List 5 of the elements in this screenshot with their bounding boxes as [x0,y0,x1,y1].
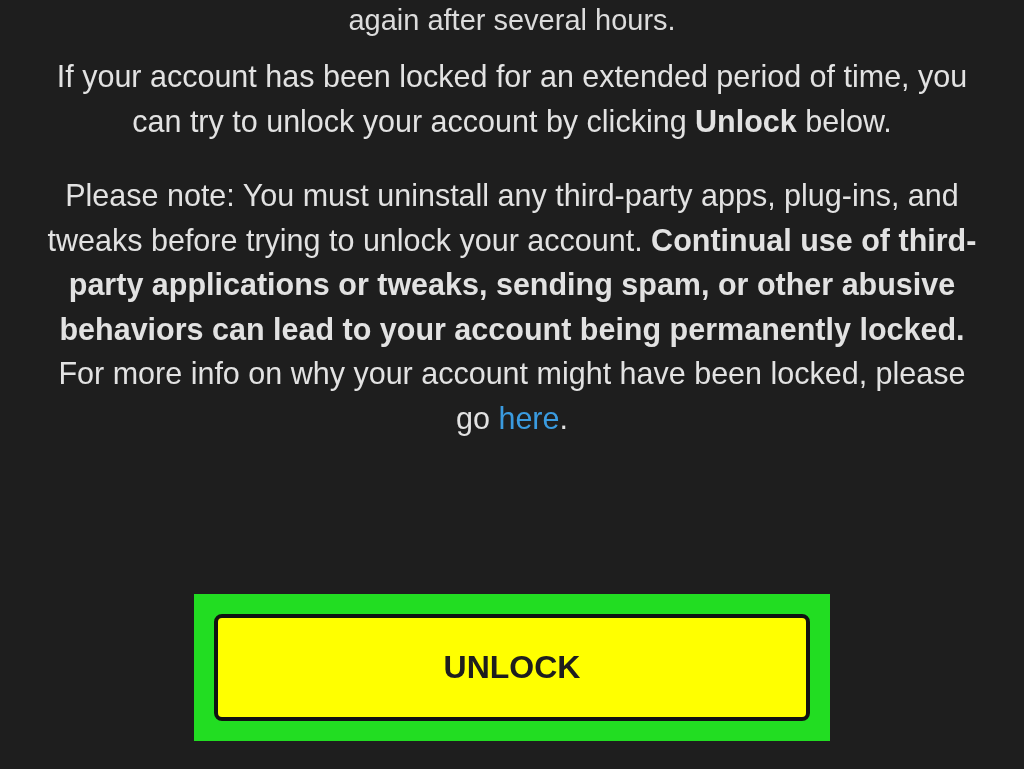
message-text: If your account has been locked for an extended period of time, you can try to unlock your account by clicking Unlock below. [55,58,969,141]
message-text: Please note: You must uninstall any third-party apps, plug-ins, and tweaks before trying to unlock your account. Continual use of third-party applications or tweaks, sending spam, or other abusive behaviors can lead to your account being permanently locked. For more info on why your account might have been locked, please go here. [46,177,978,438]
message-text: again after several hours. [348,3,676,38]
unlock-button[interactable]: UNLOCK [214,614,810,721]
here-link[interactable]: here [498,400,560,435]
